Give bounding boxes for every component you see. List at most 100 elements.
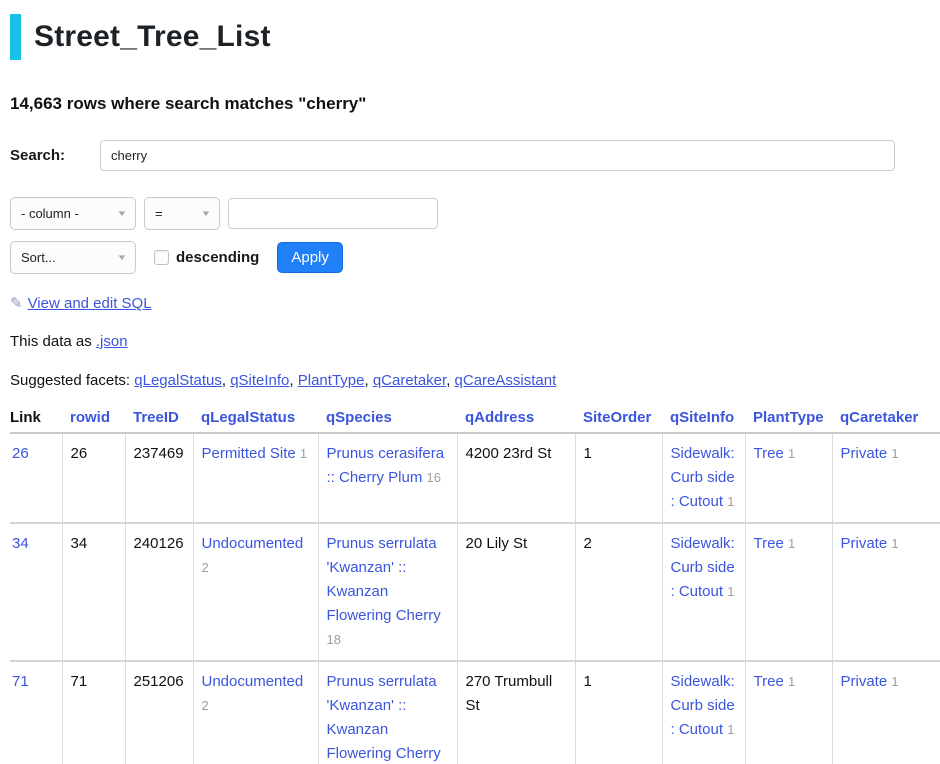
facet-separator: , <box>364 372 368 389</box>
sort-qsiteinfo-link[interactable]: qSiteInfo <box>670 409 734 426</box>
data-as-row: This data as .json <box>10 333 930 350</box>
sort-qcaretaker-link[interactable]: qCaretaker <box>840 409 918 426</box>
facet-link-qlegalstatus[interactable]: qLegalStatus <box>134 372 222 389</box>
facet-value-link[interactable]: Private <box>841 673 888 690</box>
facet-separator: , <box>289 372 293 389</box>
row-link[interactable]: 26 <box>12 445 29 462</box>
facet-value-link[interactable]: Undocumented <box>202 673 304 690</box>
filter-row: - column - ▼ = ▼ <box>10 197 930 230</box>
cell-qsiteinfo: Sidewalk: Curb side : Cutout 1 <box>662 523 745 661</box>
column-header-qaddress: qAddress <box>457 409 575 433</box>
cell-qlegalstatus: Permitted Site 1 <box>193 433 318 523</box>
sort-planttype-link[interactable]: PlantType <box>753 409 824 426</box>
facet-link-qcaretaker[interactable]: qCaretaker <box>373 372 446 389</box>
view-edit-sql-link[interactable]: View and edit SQL <box>28 295 152 312</box>
sort-treeid-link[interactable]: TreeID <box>133 409 179 426</box>
cell-rowid: 26 <box>62 433 125 523</box>
filter-value-input[interactable] <box>228 198 438 229</box>
descending-label: descending <box>176 249 259 266</box>
column-header-qcaretaker: qCaretaker <box>832 409 940 433</box>
column-select[interactable]: - column - ▼ <box>10 197 136 230</box>
column-header-qsiteinfo: qSiteInfo <box>662 409 745 433</box>
apply-button[interactable]: Apply <box>277 242 343 273</box>
chevron-down-icon: ▼ <box>116 209 127 218</box>
data-as-label: This data as <box>10 333 92 350</box>
sort-qaddress-link[interactable]: qAddress <box>465 409 534 426</box>
facet-value-link[interactable]: Sidewalk: Curb side : Cutout <box>671 445 735 510</box>
operator-select[interactable]: = ▼ <box>144 197 220 230</box>
facet-value-link[interactable]: Private <box>841 445 888 462</box>
cell-qcaretaker: Private 1 <box>832 661 940 764</box>
cell-qspecies: Prunus serrulata 'Kwanzan' :: Kwanzan Fl… <box>318 523 457 661</box>
sort-select-value: Sort... <box>21 250 56 265</box>
facet-value-link[interactable]: Permitted Site <box>202 445 296 462</box>
cell-qaddress: 20 Lily St <box>457 523 575 661</box>
sort-siteorder-link[interactable]: SiteOrder <box>583 409 651 426</box>
descending-checkbox[interactable] <box>154 250 169 265</box>
chevron-down-icon: ▼ <box>116 253 127 262</box>
cell-siteorder: 2 <box>575 523 662 661</box>
cell-qaddress: 270 Trumbull St <box>457 661 575 764</box>
facet-value-link[interactable]: Sidewalk: Curb side : Cutout <box>671 673 735 738</box>
facet-link-qsiteinfo[interactable]: qSiteInfo <box>230 372 289 389</box>
cell-planttype: Tree 1 <box>745 523 832 661</box>
cell-link: 26 <box>10 433 62 523</box>
facet-value-link[interactable]: Prunus serrulata 'Kwanzan' :: Kwanzan Fl… <box>327 535 441 624</box>
cell-link: 71 <box>10 661 62 764</box>
column-header-treeid: TreeID <box>125 409 193 433</box>
facet-count: 1 <box>300 446 307 461</box>
cell-qcaretaker: Private 1 <box>832 523 940 661</box>
facet-value-link[interactable]: Sidewalk: Curb side : Cutout <box>671 535 735 600</box>
facets-label: Suggested facets: <box>10 372 130 389</box>
cell-siteorder: 1 <box>575 661 662 764</box>
cell-treeid: 237469 <box>125 433 193 523</box>
cell-rowid: 34 <box>62 523 125 661</box>
facet-value-link[interactable]: Tree <box>754 673 784 690</box>
accent-bar <box>10 14 21 60</box>
sort-qspecies-link[interactable]: qSpecies <box>326 409 392 426</box>
cell-qspecies: Prunus serrulata 'Kwanzan' :: Kwanzan Fl… <box>318 661 457 764</box>
facet-value-link[interactable]: Undocumented <box>202 535 304 552</box>
cell-treeid: 240126 <box>125 523 193 661</box>
suggested-facets-row: Suggested facets: qLegalStatus, qSiteInf… <box>10 372 930 389</box>
sort-rowid-link[interactable]: rowid <box>70 409 110 426</box>
facet-count: 16 <box>427 470 441 485</box>
table-header-row: Link rowid TreeID qLegalStatus qSpecies … <box>10 409 940 433</box>
chevron-down-icon: ▼ <box>200 209 211 218</box>
column-header-qlegalstatus: qLegalStatus <box>193 409 318 433</box>
facet-value-link[interactable]: Prunus serrulata 'Kwanzan' :: Kwanzan Fl… <box>327 673 441 762</box>
cell-treeid: 251206 <box>125 661 193 764</box>
facet-separator: , <box>446 372 450 389</box>
column-header-rowid: rowid <box>62 409 125 433</box>
facet-count: 1 <box>891 674 898 689</box>
sort-qlegalstatus-link[interactable]: qLegalStatus <box>201 409 295 426</box>
facet-value-link[interactable]: Private <box>841 535 888 552</box>
column-header-qspecies: qSpecies <box>318 409 457 433</box>
cell-qlegalstatus: Undocumented 2 <box>193 661 318 764</box>
column-header-link: Link <box>10 409 62 433</box>
facet-link-qcareassistant[interactable]: qCareAssistant <box>455 372 557 389</box>
row-link[interactable]: 34 <box>12 535 29 552</box>
facet-count: 1 <box>788 536 795 551</box>
page: Street_Tree_List 14,663 rows where searc… <box>0 0 940 764</box>
cell-qcaretaker: Private 1 <box>832 433 940 523</box>
facet-count: 1 <box>788 446 795 461</box>
search-input[interactable] <box>100 140 895 171</box>
cell-rowid: 71 <box>62 661 125 764</box>
operator-select-value: = <box>155 206 163 221</box>
facet-count: 18 <box>327 632 341 647</box>
cell-qsiteinfo: Sidewalk: Curb side : Cutout 1 <box>662 433 745 523</box>
facet-value-link[interactable]: Tree <box>754 445 784 462</box>
row-link[interactable]: 71 <box>12 673 29 690</box>
json-link[interactable]: .json <box>96 333 128 350</box>
facet-count: 1 <box>727 494 734 509</box>
page-header: Street_Tree_List <box>10 14 930 60</box>
facet-count: 1 <box>891 536 898 551</box>
column-header-siteorder: SiteOrder <box>575 409 662 433</box>
cell-link: 34 <box>10 523 62 661</box>
sort-select[interactable]: Sort... ▼ <box>10 241 136 274</box>
facet-link-planttype[interactable]: PlantType <box>298 372 365 389</box>
facet-value-link[interactable]: Tree <box>754 535 784 552</box>
table-row: 71 71 251206 Undocumented 2 Prunus serru… <box>10 661 940 764</box>
facet-count: 1 <box>891 446 898 461</box>
